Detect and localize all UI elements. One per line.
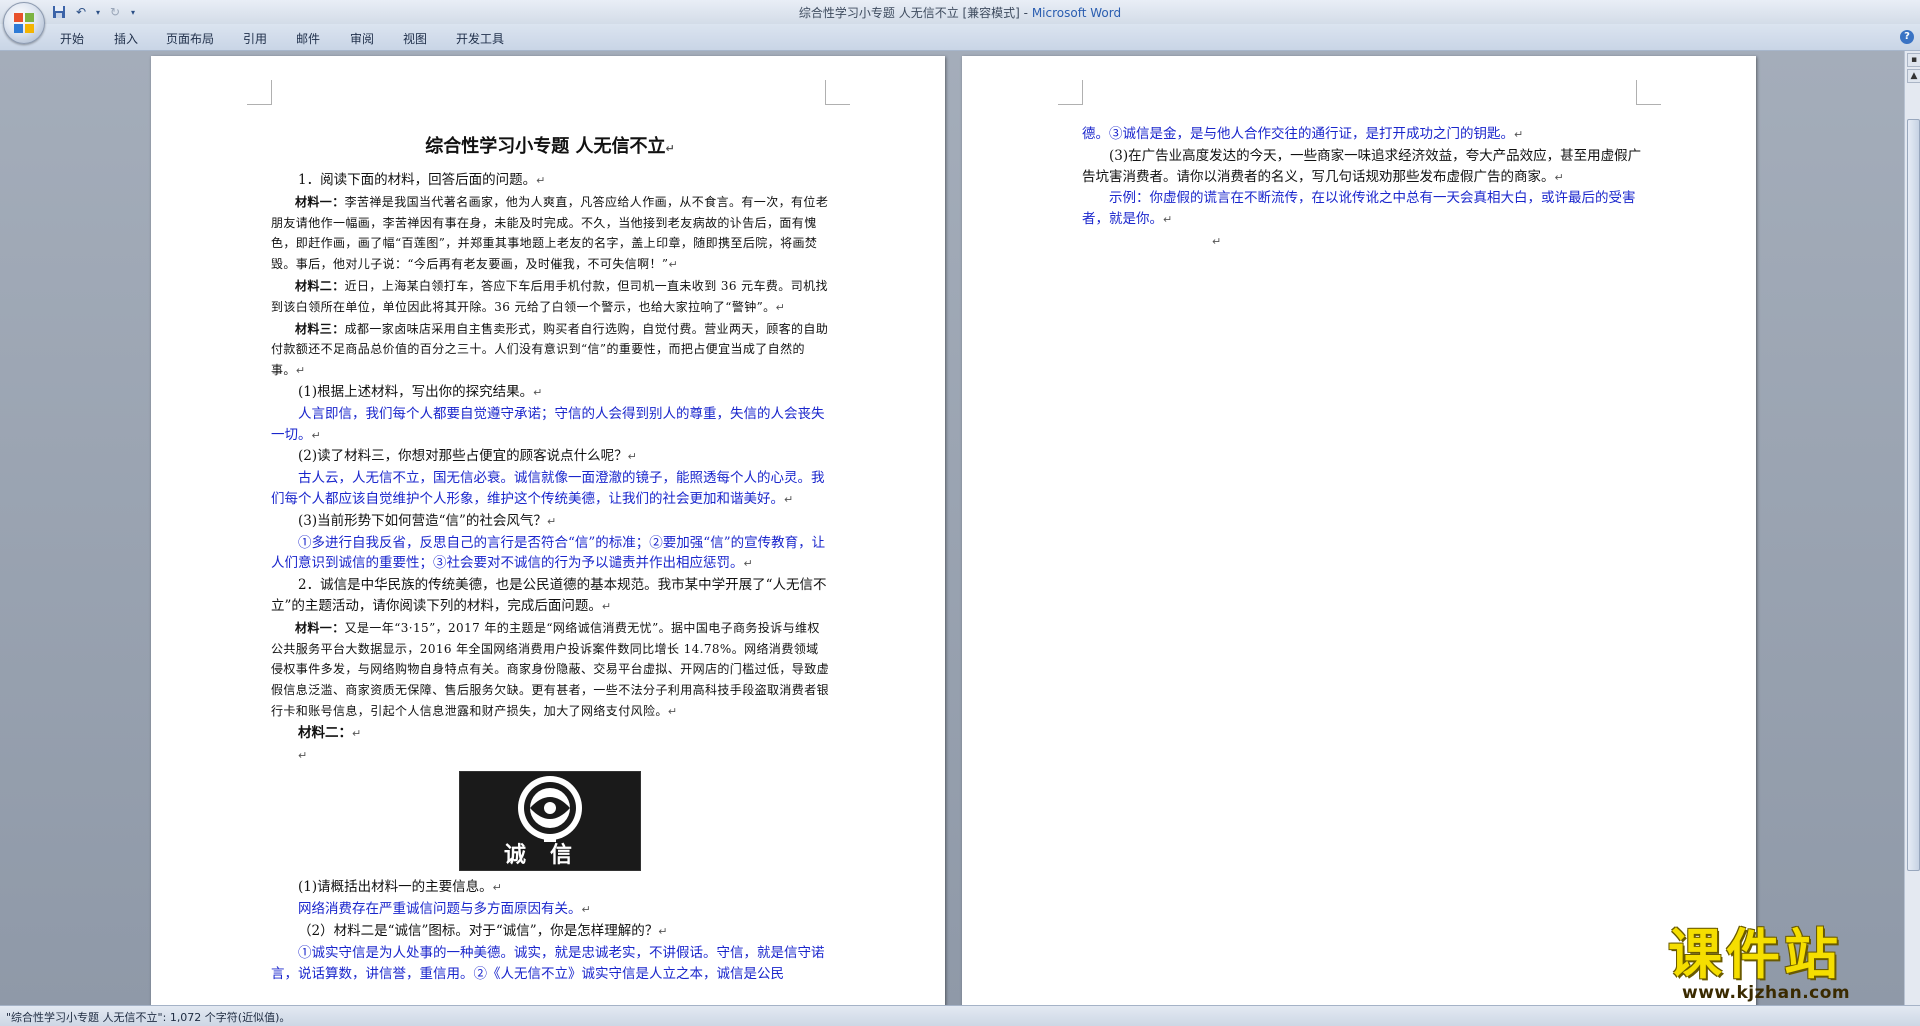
answer-2-2-continued: 德。③诚信是金，是与他人合作交往的通行证，是打开成功之门的钥匙。↵ xyxy=(1082,126,1524,142)
scroll-up-icon[interactable]: ▲ xyxy=(1907,69,1920,83)
material-2: 材料二：近日，上海某白领打车，答应下车后用手机付款，但司机一直未收到 36 元车… xyxy=(271,278,828,314)
watermark-url: www.kjzhan.com xyxy=(1682,983,1851,1003)
title-bar: ↶ ▾ ↻ ▾ 综合性学习小专题 人无信不立 [兼容模式] - Microsof… xyxy=(0,0,1920,24)
ruler-toggle-icon[interactable]: ▪ xyxy=(1907,53,1920,67)
status-word-count[interactable]: "综合性学习小专题 人无信不立": 1,072 个字符(近似值)。 xyxy=(6,1009,290,1025)
tab-page-layout[interactable]: 页面布局 xyxy=(166,30,214,47)
crop-mark xyxy=(247,80,272,105)
document-title: 综合性学习小专题 人无信不立 [兼容模式] - xyxy=(798,6,1032,20)
material-2-1: 材料一：又是一年“3·15”，2017 年的主题是“网络诚信消费无忧”。据中国电… xyxy=(271,620,830,718)
status-bar: "综合性学习小专题 人无信不立": 1,072 个字符(近似值)。 xyxy=(0,1005,1920,1026)
question-2-intro: 2．诚信是中华民族的传统美德，也是公民道德的基本规范。我市某中学开展了“人无信不… xyxy=(271,577,827,614)
question-1-3: (3)当前形势下如何营造“信”的社会风气？↵ xyxy=(298,512,557,529)
watermark-title: 课件站 xyxy=(1668,923,1842,986)
crop-mark xyxy=(1636,80,1661,105)
office-button[interactable] xyxy=(3,2,45,44)
empty-paragraph: ↵ xyxy=(1212,234,1222,248)
page-1-content[interactable]: 综合性学习小专题 人无信不立↵ 1．阅读下面的材料，回答后面的问题。↵ 材料一：… xyxy=(271,132,829,984)
answer-2-2: ①诚实守信是为人处事的一种美德。诚实，就是忠诚老实，不讲假话。守信，就是信守诺言… xyxy=(271,944,825,982)
crop-mark xyxy=(825,80,850,105)
ribbon-tabs: 开始 插入 页面布局 引用 邮件 审阅 视图 开发工具 ? xyxy=(0,24,1920,51)
material-2-2-label: 材料二：↵ xyxy=(298,724,362,741)
watermark-logo: 课件站 www.kjzhan.com xyxy=(1668,925,1900,1005)
material-1: 材料一：李苦禅是我国当代著名画家，他为人爽直，凡答应给人作画，从不食言。有一次，… xyxy=(271,194,829,272)
material-3: 材料三：成都一家卤味店采用自主售卖形式，购买者自行选购，自觉付费。营业两天，顾客… xyxy=(271,321,829,378)
tab-insert[interactable]: 插入 xyxy=(114,30,138,47)
tab-review[interactable]: 审阅 xyxy=(350,30,374,47)
empty-paragraph: ↵ xyxy=(298,748,308,762)
vertical-scrollbar[interactable]: ▪ ▲ xyxy=(1904,51,1920,1005)
answer-2-3: 示例：你虚假的谎言在不断流传，在以讹传讹之中总有一天会真相大白，或许最后的受害者… xyxy=(1082,190,1636,228)
crop-mark xyxy=(1058,80,1083,105)
page-2-content[interactable]: 德。③诚信是金，是与他人合作交往的通行证，是打开成功之门的钥匙。↵ (3)在广告… xyxy=(1082,124,1642,252)
tab-references[interactable]: 引用 xyxy=(243,30,267,47)
help-icon[interactable]: ? xyxy=(1900,30,1914,44)
question-1-2: (2)读了材料三，你想对那些占便宜的顾客说点什么呢？↵ xyxy=(298,448,637,465)
question-2-3: (3)在广告业高度发达的今天，一些商家一味追求经济效益，夸大产品效应，甚至用虚假… xyxy=(1082,147,1642,185)
answer-1-1: 人言即信，我们每个人都要自觉遵守承诺；守信的人会得到别人的尊重，失信的人会丧失一… xyxy=(271,405,825,443)
tab-home[interactable]: 开始 xyxy=(60,30,84,47)
tab-developer[interactable]: 开发工具 xyxy=(456,30,504,47)
document-title-heading: 综合性学习小专题 人无信不立↵ xyxy=(425,136,675,157)
answer-1-2: 古人云，人无信不立，国无信必衰。诚信就像一面澄澈的镜子，能照透每个人的心灵。我们… xyxy=(271,470,825,507)
document-area[interactable]: 综合性学习小专题 人无信不立↵ 1．阅读下面的材料，回答后面的问题。↵ 材料一：… xyxy=(0,51,1904,1005)
answer-2-1: 网络消费存在严重诚信问题与多方面原因有关。↵ xyxy=(298,901,591,918)
tab-mailings[interactable]: 邮件 xyxy=(296,30,320,47)
question-2-1: (1)请概括出材料一的主要信息。↵ xyxy=(298,879,502,896)
page-1[interactable]: 综合性学习小专题 人无信不立↵ 1．阅读下面的材料，回答后面的问题。↵ 材料一：… xyxy=(151,56,945,1005)
office-logo-icon xyxy=(14,13,34,33)
app-name: Microsoft Word xyxy=(1031,6,1122,20)
integrity-logo-image[interactable]: 诚信 xyxy=(459,771,641,872)
answer-1-3: ①多进行自我反省，反思自己的言行是否符合“信”的标准；②要加强“信”的宣传教育，… xyxy=(271,534,826,572)
question-1-1: (1)根据上述材料，写出你的探究结果。↵ xyxy=(298,383,543,400)
window-title: 综合性学习小专题 人无信不立 [兼容模式] - Microsoft Word xyxy=(0,4,1920,21)
question-1-intro: 1．阅读下面的材料，回答后面的问题。↵ xyxy=(298,172,546,188)
page-2[interactable]: 德。③诚信是金，是与他人合作交往的通行证，是打开成功之门的钥匙。↵ (3)在广告… xyxy=(962,56,1756,1005)
question-2-2: （2）材料二是“诚信”图标。对于“诚信”，你是怎样理解的？↵ xyxy=(298,922,668,939)
tab-view[interactable]: 视图 xyxy=(403,30,427,47)
logo-caption: 诚信 xyxy=(503,843,596,869)
scrollbar-thumb[interactable] xyxy=(1907,119,1920,871)
